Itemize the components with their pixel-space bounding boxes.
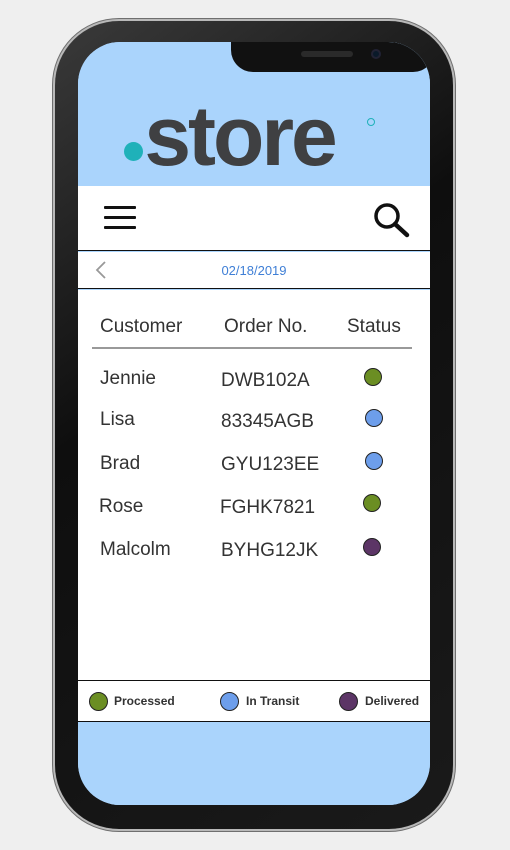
- legend-delivered-dot: [339, 692, 358, 711]
- order-no-cell: GYU123EE: [221, 454, 320, 475]
- store-logo: .store: [144, 89, 337, 183]
- status-legend: Processed In Transit Delivered: [78, 680, 430, 722]
- front-camera: [371, 49, 381, 59]
- toolbar: [78, 186, 430, 251]
- header-status: Status: [347, 316, 401, 337]
- logo-accent-ring: [367, 118, 375, 126]
- app-footer: [78, 722, 430, 805]
- order-no-cell: DWB102A: [221, 370, 310, 391]
- order-no-cell: BYHG12JK: [221, 540, 319, 561]
- date-label: 02/18/2019: [221, 263, 287, 278]
- phone-screen: .store 02/18/2019 Customer Order No. Sta…: [78, 42, 430, 805]
- legend-in-transit-dot: [220, 692, 239, 711]
- search-icon[interactable]: [372, 202, 412, 238]
- customer-cell: Rose: [99, 496, 144, 517]
- speaker: [301, 51, 353, 57]
- header-divider: [92, 347, 412, 349]
- header-customer: Customer: [100, 316, 183, 337]
- status-processed-dot: [363, 494, 381, 512]
- header-order-no: Order No.: [224, 316, 308, 337]
- date-bar: 02/18/2019: [78, 252, 430, 289]
- notch: [231, 42, 430, 72]
- orders-table: Customer Order No. Status Jennie DWB102A…: [78, 290, 430, 680]
- status-in-transit-dot: [365, 409, 383, 427]
- status-delivered-dot: [363, 538, 381, 556]
- customer-cell: Lisa: [100, 409, 135, 430]
- customer-cell: Malcolm: [100, 539, 171, 560]
- status-processed-dot: [364, 368, 382, 386]
- logo-dot: [124, 142, 143, 161]
- order-no-cell: 83345AGB: [221, 411, 314, 432]
- order-no-cell: FGHK7821: [220, 497, 316, 518]
- legend-processed-label: Processed: [114, 694, 175, 708]
- customer-cell: Brad: [100, 453, 141, 474]
- legend-in-transit-label: In Transit: [246, 694, 300, 708]
- customer-cell: Jennie: [100, 368, 156, 389]
- hamburger-menu-icon[interactable]: [104, 206, 136, 230]
- status-in-transit-dot: [365, 452, 383, 470]
- legend-processed-dot: [89, 692, 108, 711]
- legend-delivered-label: Delivered: [365, 694, 420, 708]
